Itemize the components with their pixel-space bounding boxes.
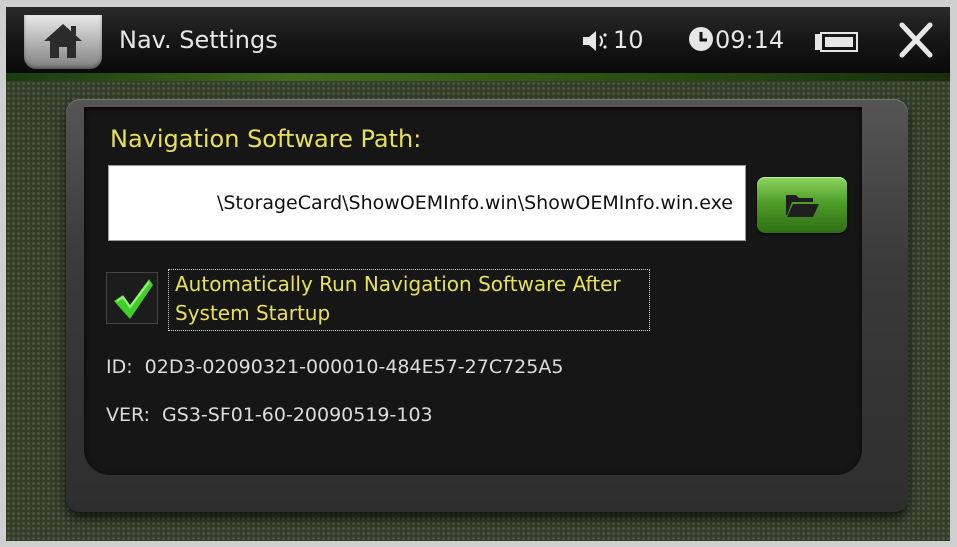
ver-label: VER: [106, 404, 151, 426]
id-value: 02D3-02090321-000010-484E57-27C725A5 [144, 356, 564, 378]
title-bar: Nav. Settings 10 09:14 [6, 7, 950, 73]
volume-level[interactable]: 10 [613, 23, 644, 57]
clock-icon [689, 27, 713, 51]
path-field[interactable]: \StorageCard\ShowOEMInfo.win\ShowOEMInfo… [108, 165, 746, 241]
page-title: Nav. Settings [119, 26, 278, 54]
checkmark-icon [114, 279, 153, 319]
folder-open-icon [786, 195, 819, 217]
path-label: Navigation Software Path: [110, 125, 422, 153]
title-bar-accent [6, 73, 950, 81]
path-value: \StorageCard\ShowOEMInfo.win\ShowOEMInfo… [216, 192, 733, 214]
software-version: VER: GS3-SF01-60-20090519-103 [106, 400, 433, 430]
speaker-icon[interactable] [581, 29, 611, 53]
battery-icon [815, 32, 858, 52]
screen: Nav. Settings 10 09:14 Navigation Softwa… [6, 7, 950, 541]
browse-button[interactable] [757, 177, 847, 233]
autorun-checkbox[interactable] [106, 272, 158, 324]
home-button[interactable] [24, 15, 102, 69]
device-frame: Nav. Settings 10 09:14 Navigation Softwa… [0, 0, 957, 547]
autorun-label-text: Automatically Run Navigation Software Af… [175, 272, 621, 325]
close-icon [899, 22, 933, 58]
id-label: ID: [106, 356, 133, 378]
clock-time: 09:14 [715, 26, 785, 54]
device-id: ID: 02D3-02090321-000010-484E57-27C725A5 [106, 352, 563, 382]
autorun-label[interactable]: Automatically Run Navigation Software Af… [168, 269, 650, 331]
close-button[interactable] [894, 21, 938, 61]
home-icon [44, 24, 82, 58]
ver-value: GS3-SF01-60-20090519-103 [162, 404, 433, 426]
